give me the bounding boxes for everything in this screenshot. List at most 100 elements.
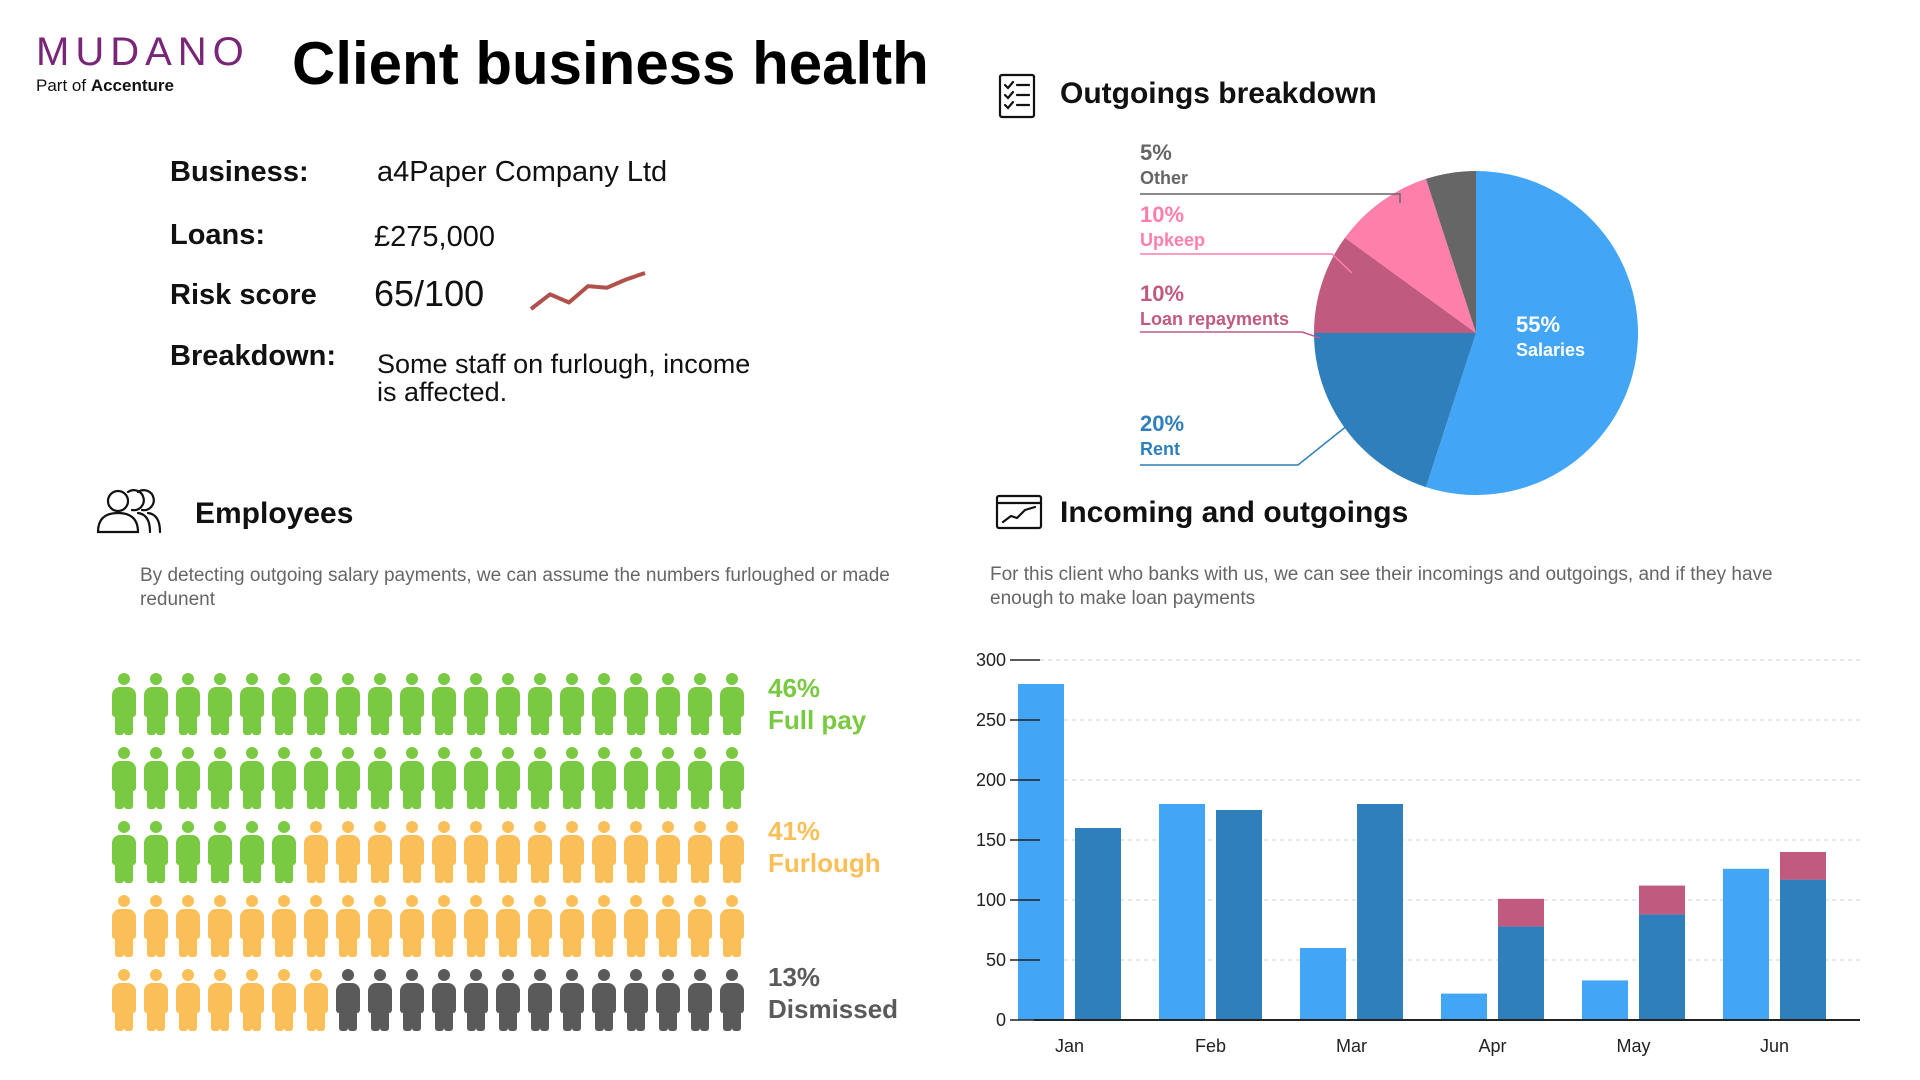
incoming-description: For this client who banks with us, we ca… [990, 564, 1773, 609]
person-icon [176, 673, 200, 735]
person-icon [656, 747, 680, 809]
bar-incoming-feb [1159, 804, 1205, 1020]
person-icon [560, 969, 584, 1031]
leader-upkeep [1140, 253, 1353, 274]
brand-name: MUDANO [36, 30, 250, 74]
person-icon [304, 747, 328, 809]
person-icon [368, 821, 392, 883]
pie-other-pct: 5% [1140, 140, 1172, 165]
person-icon [496, 747, 520, 809]
person-icon [656, 821, 680, 883]
person-icon [688, 821, 712, 883]
person-icon [432, 747, 456, 809]
person-icon [464, 747, 488, 809]
person-icon [176, 821, 200, 883]
bar-incoming-may [1582, 980, 1628, 1020]
person-icon [304, 673, 328, 735]
person-icon [144, 747, 168, 809]
person-icon [656, 673, 680, 735]
person-icon [336, 673, 360, 735]
person-icon [624, 821, 648, 883]
fullpay-label: Full pay [768, 705, 867, 735]
bar-outgoing-apr [1498, 926, 1544, 1020]
x-tick-label: May [1616, 1036, 1650, 1056]
person-icon [688, 895, 712, 957]
person-icon [496, 969, 520, 1031]
person-icon [528, 673, 552, 735]
x-tick-label: Mar [1336, 1036, 1367, 1056]
person-icon [688, 969, 712, 1031]
bar-outgoing-jun [1780, 879, 1826, 1020]
business-label: Business: [170, 156, 309, 188]
y-tick-label: 150 [976, 830, 1006, 850]
y-tick-label: 200 [976, 770, 1006, 790]
bar-incoming-mar [1300, 948, 1346, 1020]
pie-loan-label: Loan repayments [1140, 309, 1290, 329]
person-icon [272, 821, 296, 883]
brand-subtitle: Part of Accenture [36, 76, 250, 96]
person-icon [432, 673, 456, 735]
bar-outgoing-feb [1216, 810, 1262, 1020]
person-icon [592, 821, 616, 883]
person-icon [560, 747, 584, 809]
business-value: a4Paper Company Ltd [377, 156, 668, 188]
dismissed-pct: 13% [768, 962, 821, 992]
leader-loan [1140, 331, 1321, 339]
person-icon [208, 673, 232, 735]
person-icon [272, 895, 296, 957]
person-icon [592, 895, 616, 957]
brand-sub-company: Accenture [90, 76, 174, 95]
outgoings-title: Outgoings breakdown [1060, 77, 1377, 110]
person-icon [464, 895, 488, 957]
person-icon [240, 969, 264, 1031]
person-icon [208, 895, 232, 957]
person-icon [272, 673, 296, 735]
person-icon [336, 747, 360, 809]
person-icon [432, 821, 456, 883]
line-chart-icon [995, 494, 1043, 530]
person-icon [400, 969, 424, 1031]
person-icon [240, 895, 264, 957]
person-icon [720, 673, 744, 735]
furlough-pct: 41% [768, 816, 821, 846]
risk-value: 65/100 [374, 273, 485, 314]
breakdown-label: Breakdown: [170, 340, 336, 372]
y-tick-label: 250 [976, 710, 1006, 730]
person-icon [336, 969, 360, 1031]
brand-logo: MUDANO Part of Accenture [36, 30, 250, 96]
bar-loan-jun [1780, 852, 1826, 880]
brand-sub-prefix: Part of [36, 76, 91, 95]
risk-label: Risk score [170, 279, 317, 311]
person-icon [304, 895, 328, 957]
person-icon [240, 747, 264, 809]
pie-other-label: Other [1140, 168, 1189, 188]
person-icon [624, 969, 648, 1031]
x-tick-label: Feb [1195, 1036, 1226, 1056]
person-icon [272, 747, 296, 809]
person-icon [560, 895, 584, 957]
person-icon [400, 673, 424, 735]
person-icon [656, 895, 680, 957]
risk-sparkline [529, 271, 646, 311]
person-icon [496, 821, 520, 883]
person-icon [496, 673, 520, 735]
person-icon [592, 747, 616, 809]
bar-outgoing-may [1639, 914, 1685, 1020]
person-icon [176, 747, 200, 809]
person-icon [144, 895, 168, 957]
person-icon [368, 747, 392, 809]
person-icon [112, 969, 136, 1031]
person-icon [656, 969, 680, 1031]
person-icon [528, 969, 552, 1031]
person-icon [336, 821, 360, 883]
person-icon [240, 821, 264, 883]
employee-waffle-chart [112, 673, 752, 1033]
x-tick-label: Jun [1760, 1036, 1789, 1056]
pie-rent-pct: 20% [1140, 411, 1185, 436]
person-icon [432, 969, 456, 1031]
person-icon [208, 821, 232, 883]
incoming-bar-chart: 0 50 100 150 200 250 300 Jan Feb Mar Apr May Jun [976, 650, 1860, 1056]
person-icon [400, 747, 424, 809]
bar-outgoing-mar [1357, 804, 1403, 1020]
person-icon [112, 895, 136, 957]
